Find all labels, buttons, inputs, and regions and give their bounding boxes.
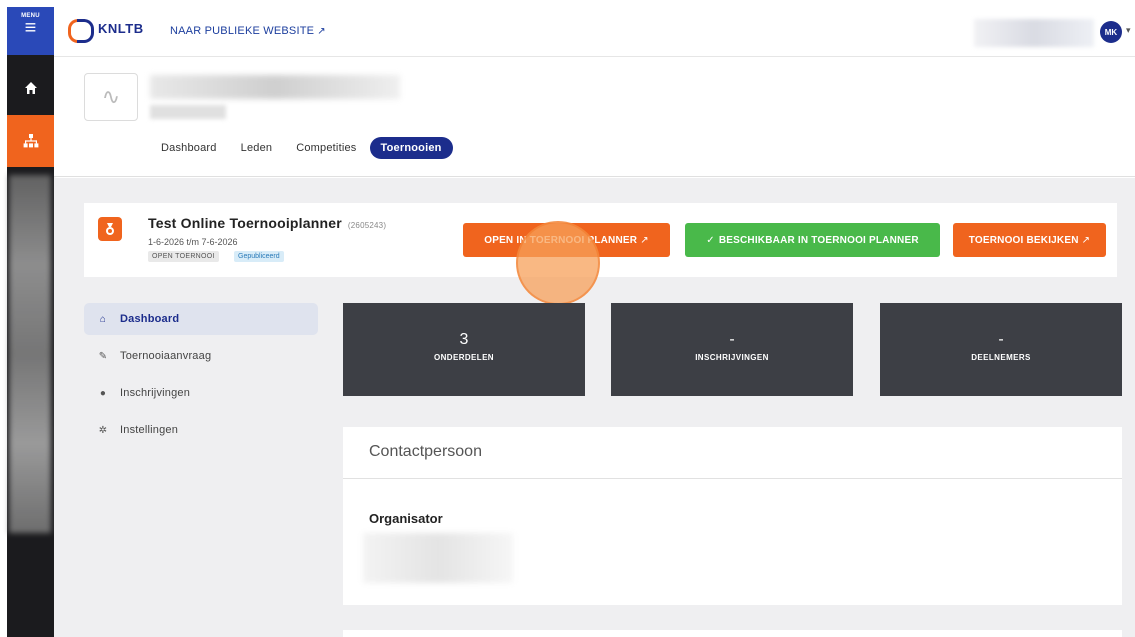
tab-dashboard[interactable]: Dashboard <box>150 137 228 159</box>
pencil-icon: ✎ <box>98 350 108 362</box>
available-in-planner-button[interactable]: ✓ BESCHIKBAAR IN TOERNOOI PLANNER <box>685 223 940 257</box>
org-chart-icon <box>23 134 38 148</box>
app-root: MENU ≡ KNLTB NAAR PUBLIEKE WEBSITE ↗ MK ▾… <box>0 0 1135 637</box>
view-tournament-label: TOERNOOI BEKIJKEN <box>968 234 1079 246</box>
stat-label: ONDERDELEN <box>433 353 494 362</box>
stat-value: 3 <box>459 331 469 348</box>
user-icon: ● <box>99 387 107 399</box>
chevron-down-icon[interactable]: ▾ <box>1126 25 1131 36</box>
tournament-name: Test Online Toernooiplanner <box>148 215 342 231</box>
knltb-logo[interactable]: KNLTB <box>68 17 144 43</box>
organiser-label: Organisator <box>369 511 443 526</box>
public-website-link[interactable]: NAAR PUBLIEKE WEBSITE ↗ <box>170 25 326 37</box>
stat-tile-deelnemers[interactable]: - DEELNEMERS <box>880 303 1122 396</box>
sidenav-item-label: Dashboard <box>120 313 180 325</box>
tournament-dates: 1-6-2026 t/m 7-6-2026 <box>148 237 238 247</box>
external-link-icon: ↗ <box>1081 234 1091 246</box>
redacted-organisation-subtitle <box>150 105 226 119</box>
hamburger-icon: ≡ <box>24 17 37 39</box>
organisation-header: ∿ Dashboard Leden Competities Toernooien <box>54 57 1135 177</box>
stat-value: - <box>998 331 1004 348</box>
public-website-label: NAAR PUBLIEKE WEBSITE <box>170 25 315 37</box>
rail-organisation-button[interactable] <box>7 115 54 167</box>
available-in-planner-label: BESCHIKBAAR IN TOERNOOI PLANNER <box>718 234 919 246</box>
organisation-tabs: Dashboard Leden Competities Toernooien <box>150 137 455 159</box>
sidenav-item-label: Toernooiaanvraag <box>120 350 212 362</box>
redacted-organiser-details <box>363 533 513 583</box>
stat-value: - <box>729 331 735 348</box>
sidenav-item-toernooiaanvraag[interactable]: ✎ Toernooiaanvraag <box>84 340 318 372</box>
rail-home-button[interactable] <box>7 67 54 109</box>
stat-tile-inschrijvingen[interactable]: - INSCHRIJVINGEN <box>611 303 853 396</box>
stat-label: INSCHRIJVINGEN <box>695 353 769 362</box>
check-icon: ✓ <box>706 234 715 246</box>
contact-person-card: Contactpersoon Organisator <box>343 427 1122 605</box>
stat-tile-onderdelen[interactable]: 3 ONDERDELEN <box>343 303 585 396</box>
avatar[interactable]: MK <box>1100 21 1122 43</box>
tab-toernooien[interactable]: Toernooien <box>369 137 453 159</box>
tournament-side-nav: ⌂ Dashboard ✎ Toernooiaanvraag ● Inschri… <box>84 303 318 451</box>
click-highlight-marker <box>516 221 600 305</box>
left-rail: MENU ≡ <box>7 7 54 637</box>
top-bar: KNLTB NAAR PUBLIEKE WEBSITE ↗ MK ▾ <box>54 7 1135 57</box>
published-badge: Gepubliceerd <box>234 251 284 262</box>
stat-label: DEELNEMERS <box>971 353 1031 362</box>
tournament-id: (2605243) <box>347 221 387 230</box>
tab-competities[interactable]: Competities <box>285 137 367 159</box>
knltb-logo-mark <box>68 17 94 43</box>
gear-icon: ✲ <box>98 424 108 436</box>
main-content: Test Online Toernooiplanner (2605243) 1-6… <box>54 178 1135 637</box>
organisation-logo-icon: ∿ <box>84 73 138 121</box>
sidenav-item-dashboard[interactable]: ⌂ Dashboard <box>84 303 318 335</box>
redacted-rail-area <box>9 175 51 533</box>
sidenav-item-inschrijvingen[interactable]: ● Inschrijvingen <box>84 377 318 409</box>
sidenav-item-label: Instellingen <box>120 424 179 436</box>
medal-icon <box>98 217 122 241</box>
home-icon: ⌂ <box>99 313 107 325</box>
sidenav-item-instellingen[interactable]: ✲ Instellingen <box>84 414 318 446</box>
logo-text: KNLTB <box>98 20 144 36</box>
external-link-icon: ↗ <box>640 234 649 246</box>
external-link-icon: ↗ <box>317 26 326 37</box>
menu-button[interactable]: MENU ≡ <box>7 7 54 55</box>
view-tournament-button[interactable]: TOERNOOI BEKIJKEN ↗ <box>953 223 1106 257</box>
contact-heading: Contactpersoon <box>343 427 1122 479</box>
redacted-organisation-name <box>150 75 400 99</box>
tournament-card: Test Online Toernooiplanner (2605243) 1-6… <box>84 203 1117 305</box>
tournament-title: Test Online Toernooiplanner (2605243) <box>148 215 386 231</box>
redacted-user-name <box>974 19 1094 47</box>
tab-leden[interactable]: Leden <box>230 137 284 159</box>
next-card <box>343 630 1122 637</box>
sidenav-item-label: Inschrijvingen <box>120 387 191 399</box>
open-tournament-badge: OPEN TOERNOOI <box>148 251 219 262</box>
home-icon <box>24 82 37 94</box>
